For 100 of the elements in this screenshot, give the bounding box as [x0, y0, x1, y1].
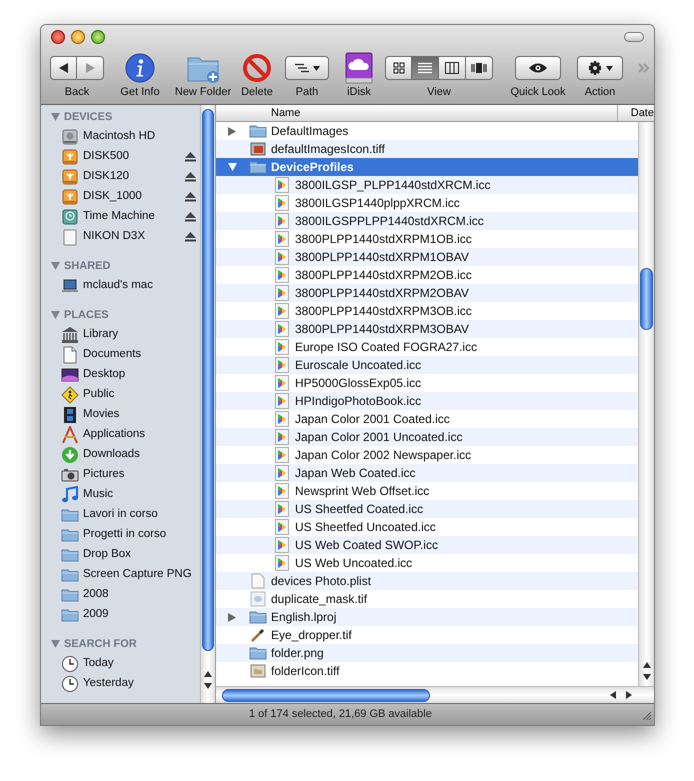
external-drive-icon: [61, 188, 79, 206]
file-row[interactable]: DeviceProfiles: [216, 158, 638, 176]
sidebar-item[interactable]: Pictures: [83, 466, 196, 484]
file-row[interactable]: HPIndigoPhotoBook.icc: [216, 392, 638, 410]
file-row[interactable]: 3800PLPP1440stdXRPM2OBAV: [216, 284, 638, 302]
scroll-up-icon[interactable]: [642, 662, 650, 668]
folder-icon: [249, 159, 267, 175]
disclosure-triangle-icon[interactable]: [51, 262, 60, 270]
sidebar-item[interactable]: mclaud's mac: [83, 277, 196, 295]
section-header: PLACES: [64, 308, 109, 323]
zoom-button[interactable]: [91, 30, 105, 44]
file-row[interactable]: 3800PLPP1440stdXRPM3OBAV: [216, 320, 638, 338]
color-profile-icon: [275, 321, 289, 337]
sidebar-item[interactable]: Time Machine: [83, 208, 182, 226]
disclosure-triangle-icon[interactable]: [51, 640, 60, 648]
cloud-drive-icon[interactable]: [344, 52, 374, 84]
color-profile-icon: [275, 447, 289, 463]
sidebar-item[interactable]: NIKON D3X: [83, 228, 182, 246]
disclosure-triangle-icon[interactable]: [51, 310, 60, 320]
sidebar-item[interactable]: DISK500: [83, 148, 182, 166]
file-name: Japan Web Coated.icc: [295, 465, 416, 482]
sidebar-item[interactable]: Today: [83, 655, 196, 673]
file-row[interactable]: 3800ILGSPPLPP1440stdXRCM.icc: [216, 212, 638, 230]
file-row[interactable]: US Sheetfed Coated.icc: [216, 500, 638, 518]
file-row[interactable]: Euroscale Uncoated.icc: [216, 356, 638, 374]
disclosure-triangle-icon[interactable]: [228, 126, 236, 136]
scroll-down-icon[interactable]: [204, 683, 212, 689]
eject-icon[interactable]: [185, 212, 196, 222]
file-name: 3800PLPP1440stdXRPM3OB.icc: [295, 303, 472, 320]
sidebar-item[interactable]: Macintosh HD: [83, 128, 196, 146]
caret-icon: [606, 66, 612, 70]
path-button[interactable]: [285, 56, 329, 80]
sidebar-item[interactable]: Public: [83, 386, 196, 404]
file-row[interactable]: devices Photo.plist: [216, 572, 638, 590]
color-profile-icon: [275, 285, 289, 301]
disclosure-triangle-icon[interactable]: [228, 163, 237, 171]
scrollbar-thumb[interactable]: [202, 109, 214, 651]
close-button[interactable]: [51, 30, 65, 44]
file-name: 3800PLPP1440stdXRPM1OBAV: [295, 249, 469, 266]
info-icon[interactable]: [125, 53, 155, 83]
eject-icon[interactable]: [185, 192, 196, 202]
file-name: devices Photo.plist: [271, 573, 372, 590]
sidebar-item[interactable]: Documents: [83, 346, 196, 364]
back-button[interactable]: [50, 56, 77, 80]
scroll-down-icon[interactable]: [642, 674, 650, 680]
scroll-up-icon[interactable]: [204, 671, 212, 677]
sidebar-item[interactable]: Drop Box: [83, 546, 196, 564]
sidebar-item[interactable]: Screen Capture PNG: [83, 566, 196, 584]
sidebar-item[interactable]: Applications: [83, 426, 196, 444]
eject-icon[interactable]: [185, 152, 196, 162]
file-name: 3800PLPP1440stdXRPM3OBAV: [295, 321, 469, 338]
toolbar-toggle-button[interactable]: [624, 32, 644, 42]
eject-icon[interactable]: [185, 172, 196, 182]
minimize-button[interactable]: [71, 30, 85, 44]
caret-icon: [312, 66, 320, 70]
file-row[interactable]: English.lproj: [216, 608, 638, 626]
sidebar-item[interactable]: Progetti in corso: [83, 526, 196, 544]
file-name: folder.png: [271, 645, 324, 662]
sidebar-item[interactable]: Desktop: [83, 366, 196, 384]
sidebar-item[interactable]: Music: [83, 486, 196, 504]
file-name: 3800ILGSP1440plppXRCM.icc: [295, 195, 460, 212]
sidebar-item[interactable]: DISK120: [83, 168, 182, 186]
file-name: Europe ISO Coated FOGRA27.icc: [295, 339, 478, 356]
sidebar-item[interactable]: DISK_1000: [83, 188, 182, 206]
quick-look-button[interactable]: [515, 56, 561, 80]
folder-icon: [61, 547, 79, 563]
eject-icon[interactable]: [185, 232, 196, 242]
file-row[interactable]: Japan Color 2001 Uncoated.icc: [216, 428, 638, 446]
file-row[interactable]: Japan Web Coated.icc: [216, 464, 638, 482]
sidebar-item[interactable]: Downloads: [83, 446, 196, 464]
file-row[interactable]: US Web Coated SWOP.icc: [216, 536, 638, 554]
sidebar-item[interactable]: Library: [83, 326, 196, 344]
mask-file-icon: [250, 591, 266, 607]
laptop-icon: [61, 277, 79, 295]
file-row[interactable]: 3800PLPP1440stdXRPM1OBAV: [216, 248, 638, 266]
file-row[interactable]: folder.png: [216, 644, 638, 662]
scroll-right-icon[interactable]: [626, 691, 632, 699]
color-profile-icon: [275, 519, 289, 535]
scrollbar-thumb[interactable]: [222, 688, 430, 702]
path-lines-icon: [294, 63, 308, 73]
sidebar-item[interactable]: 2008: [83, 586, 196, 604]
view-mode-button[interactable]: [466, 56, 493, 80]
sidebar-item[interactable]: Lavori in corso: [83, 506, 196, 524]
view-mode-button[interactable]: [439, 56, 466, 80]
sidebar-item[interactable]: Movies: [83, 406, 196, 424]
column-header[interactable]: Name: [216, 105, 618, 121]
column-header[interactable]: Date: [618, 105, 654, 121]
resize-grip-icon[interactable]: [641, 710, 651, 720]
scrollbar-thumb[interactable]: [640, 268, 653, 330]
disclosure-triangle-icon[interactable]: [228, 612, 236, 622]
file-row[interactable]: 3800ILGSP_PLPP1440stdXRCM.icc: [216, 176, 638, 194]
prohibited-sign-icon[interactable]: [242, 53, 272, 83]
sidebar-item[interactable]: Yesterday: [83, 675, 196, 693]
disclosure-triangle-icon[interactable]: [51, 112, 60, 122]
sidebar-item[interactable]: 2009: [83, 606, 196, 624]
file-row[interactable]: defaultImagesIcon.tiff: [216, 140, 638, 158]
action-button[interactable]: [577, 56, 623, 80]
view-mode-button[interactable]: [385, 56, 412, 80]
color-profile-icon: [275, 483, 289, 499]
scroll-left-icon[interactable]: [610, 691, 616, 699]
